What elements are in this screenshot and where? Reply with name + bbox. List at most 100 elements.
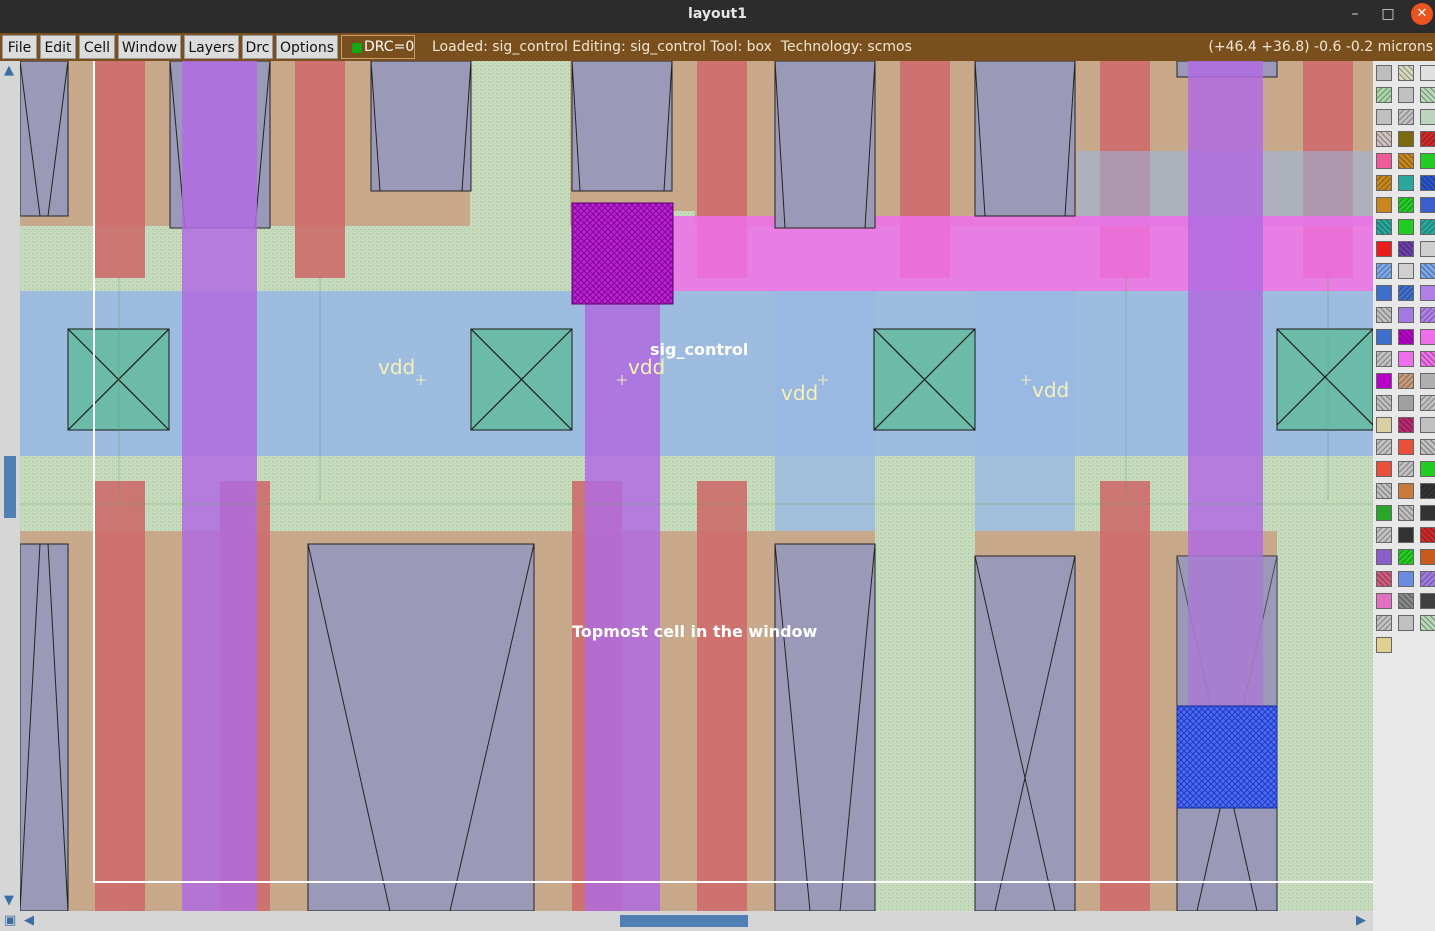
menu-layers[interactable]: Layers xyxy=(184,35,239,59)
horizontal-scroll-thumb[interactable] xyxy=(620,915,748,927)
layer-swatch[interactable] xyxy=(1376,241,1392,257)
layer-swatch[interactable] xyxy=(1420,87,1435,103)
layer-swatch[interactable] xyxy=(1376,351,1392,367)
menu-window[interactable]: Window xyxy=(118,35,181,59)
layer-swatch[interactable] xyxy=(1376,131,1392,147)
layer-swatch[interactable] xyxy=(1398,505,1414,521)
layer-swatch[interactable] xyxy=(1398,109,1414,125)
layer-swatch[interactable] xyxy=(1420,285,1435,301)
layer-swatch[interactable] xyxy=(1398,549,1414,565)
layer-swatch[interactable] xyxy=(1398,65,1414,81)
layer-swatch[interactable] xyxy=(1420,527,1435,543)
layer-swatch[interactable] xyxy=(1376,549,1392,565)
layer-swatch[interactable] xyxy=(1376,505,1392,521)
layer-swatch[interactable] xyxy=(1420,219,1435,235)
layer-swatch[interactable] xyxy=(1420,505,1435,521)
layer-swatch[interactable] xyxy=(1398,87,1414,103)
zoom-box-icon[interactable]: ▣ xyxy=(4,914,16,928)
layer-swatch[interactable] xyxy=(1398,241,1414,257)
layer-swatch[interactable] xyxy=(1420,483,1435,499)
layer-swatch[interactable] xyxy=(1398,483,1414,499)
layer-swatch[interactable] xyxy=(1376,527,1392,543)
layer-swatch[interactable] xyxy=(1420,175,1435,191)
layer-swatch[interactable] xyxy=(1376,571,1392,587)
layer-swatch[interactable] xyxy=(1376,109,1392,125)
layer-swatch[interactable] xyxy=(1376,395,1392,411)
layer-swatch[interactable] xyxy=(1398,593,1414,609)
layer-swatch[interactable] xyxy=(1398,285,1414,301)
layer-swatch[interactable] xyxy=(1398,439,1414,455)
layer-swatch[interactable] xyxy=(1420,307,1435,323)
layer-swatch[interactable] xyxy=(1398,153,1414,169)
horizontal-scrollbar[interactable]: ▣ ◀ ▶ xyxy=(0,911,1373,931)
layer-swatch[interactable] xyxy=(1398,263,1414,279)
layer-swatch[interactable] xyxy=(1420,417,1435,433)
layer-swatch[interactable] xyxy=(1420,263,1435,279)
layer-swatch[interactable] xyxy=(1420,571,1435,587)
layer-swatch[interactable] xyxy=(1376,65,1392,81)
layer-swatch[interactable] xyxy=(1420,329,1435,345)
layer-swatch[interactable] xyxy=(1398,571,1414,587)
layer-swatch[interactable] xyxy=(1420,615,1435,631)
layer-swatch[interactable] xyxy=(1376,329,1392,345)
layer-swatch[interactable] xyxy=(1420,197,1435,213)
layout-canvas[interactable]: vdd vdd vdd vdd sig_control Topmost cell… xyxy=(20,61,1373,911)
layer-swatch[interactable] xyxy=(1420,593,1435,609)
layer-swatch[interactable] xyxy=(1420,131,1435,147)
close-button[interactable]: ✕ xyxy=(1411,3,1433,25)
scroll-left-arrow-icon[interactable]: ◀ xyxy=(24,914,34,928)
layer-swatch[interactable] xyxy=(1376,593,1392,609)
layer-swatch[interactable] xyxy=(1398,329,1414,345)
layer-swatch[interactable] xyxy=(1420,351,1435,367)
layer-swatch[interactable] xyxy=(1376,87,1392,103)
scroll-right-arrow-icon[interactable]: ▶ xyxy=(1356,914,1366,928)
layer-swatch[interactable] xyxy=(1398,527,1414,543)
layer-swatch[interactable] xyxy=(1376,263,1392,279)
layer-swatch[interactable] xyxy=(1420,439,1435,455)
layer-swatch[interactable] xyxy=(1420,241,1435,257)
layer-swatch[interactable] xyxy=(1398,395,1414,411)
menu-edit[interactable]: Edit xyxy=(40,35,76,59)
layer-swatch[interactable] xyxy=(1376,615,1392,631)
layer-swatch[interactable] xyxy=(1398,307,1414,323)
menu-file[interactable]: File xyxy=(2,35,37,59)
layer-swatch[interactable] xyxy=(1376,461,1392,477)
layer-swatch[interactable] xyxy=(1420,153,1435,169)
layer-swatch[interactable] xyxy=(1420,461,1435,477)
layer-swatch[interactable] xyxy=(1398,175,1414,191)
layer-swatch[interactable] xyxy=(1376,153,1392,169)
layer-swatch[interactable] xyxy=(1376,637,1392,653)
layer-swatch[interactable] xyxy=(1398,417,1414,433)
layer-swatch[interactable] xyxy=(1398,615,1414,631)
scroll-down-arrow-icon[interactable]: ▼ xyxy=(4,894,14,908)
layer-swatch[interactable] xyxy=(1376,285,1392,301)
layer-swatch[interactable] xyxy=(1420,395,1435,411)
layer-swatch[interactable] xyxy=(1398,131,1414,147)
layer-swatch[interactable] xyxy=(1398,197,1414,213)
layer-swatch[interactable] xyxy=(1398,461,1414,477)
layer-swatch[interactable] xyxy=(1376,219,1392,235)
scroll-up-arrow-icon[interactable]: ▲ xyxy=(4,64,14,78)
layer-swatch[interactable] xyxy=(1376,417,1392,433)
layer-swatch[interactable] xyxy=(1376,197,1392,213)
vertical-scrollbar[interactable]: ▲ ▼ xyxy=(0,61,20,911)
layer-swatch[interactable] xyxy=(1376,439,1392,455)
layer-swatch[interactable] xyxy=(1398,219,1414,235)
layer-swatch[interactable] xyxy=(1420,109,1435,125)
menu-cell[interactable]: Cell xyxy=(79,35,115,59)
layer-swatch[interactable] xyxy=(1420,549,1435,565)
layer-swatch[interactable] xyxy=(1420,373,1435,389)
layer-swatch[interactable] xyxy=(1376,483,1392,499)
layer-swatch[interactable] xyxy=(1376,373,1392,389)
layer-swatch[interactable] xyxy=(1376,175,1392,191)
drc-indicator[interactable]: DRC=0 xyxy=(341,35,415,59)
vertical-scroll-thumb[interactable] xyxy=(4,456,16,518)
layer-swatch[interactable] xyxy=(1376,307,1392,323)
layer-swatch[interactable] xyxy=(1398,373,1414,389)
layer-swatch[interactable] xyxy=(1420,65,1435,81)
minimize-button[interactable]: – xyxy=(1344,3,1366,25)
menu-options[interactable]: Options xyxy=(276,35,338,59)
layer-swatch[interactable] xyxy=(1398,351,1414,367)
menu-drc[interactable]: Drc xyxy=(242,35,273,59)
maximize-button[interactable]: □ xyxy=(1377,3,1399,25)
